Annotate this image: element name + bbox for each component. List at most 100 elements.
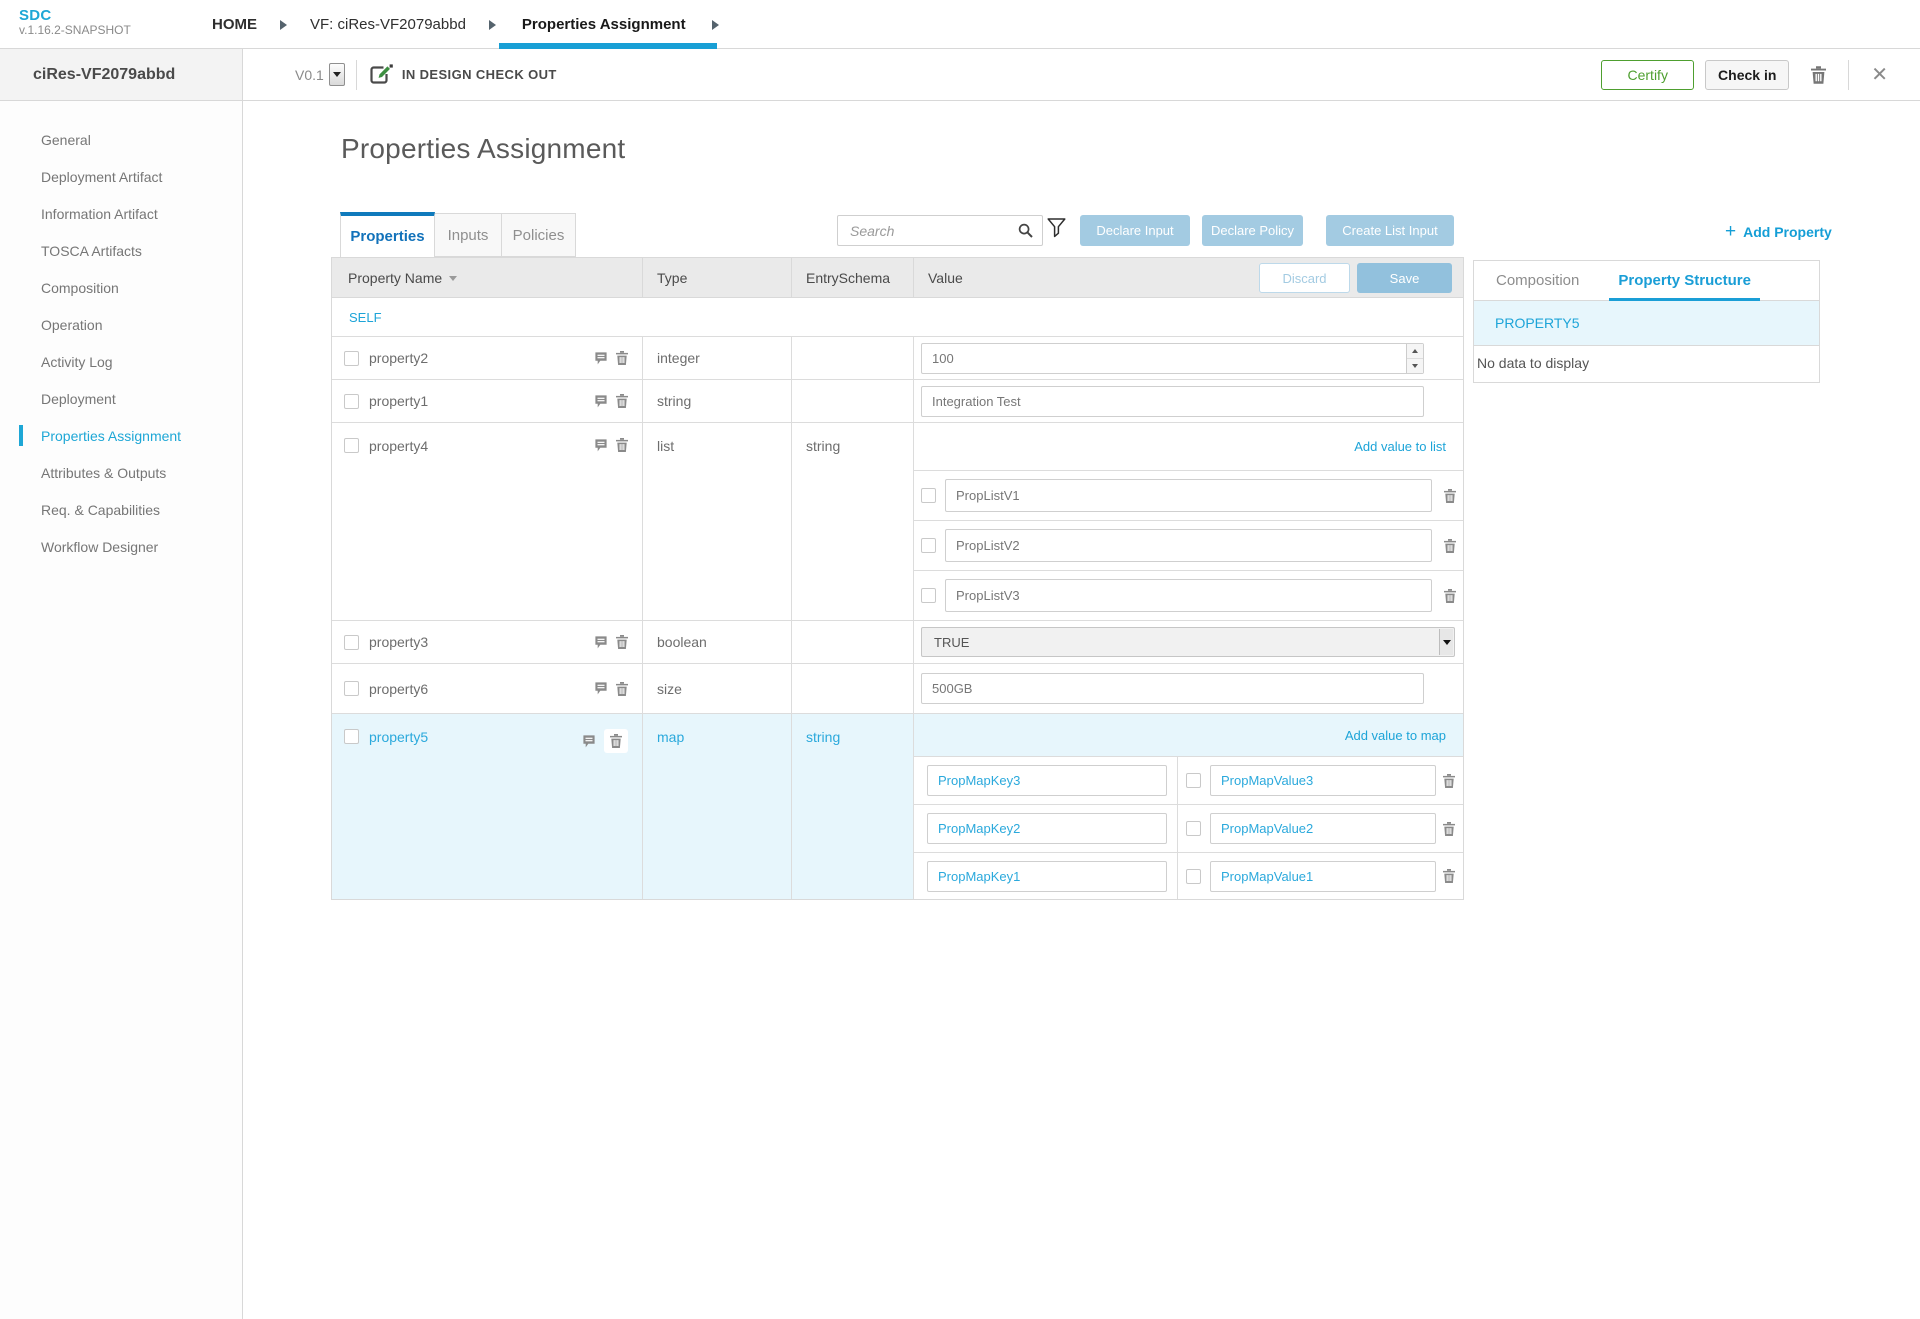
delete-map-entry-icon[interactable] [1443, 822, 1455, 836]
sidebar-item-activity-log[interactable]: Activity Log [0, 343, 242, 380]
search-input[interactable] [838, 223, 1018, 239]
comment-icon[interactable] [595, 352, 607, 365]
declare-policy-button[interactable]: Declare Policy [1202, 215, 1303, 246]
logo-name: SDC [19, 7, 131, 24]
sidebar-item-general[interactable]: General [0, 121, 242, 158]
sidebar-item-tosca-artifacts[interactable]: TOSCA Artifacts [0, 232, 242, 269]
property-entryschema [792, 380, 914, 422]
sidebar-item-information-artifact[interactable]: Information Artifact [0, 195, 242, 232]
delete-list-item-icon[interactable] [1444, 539, 1456, 553]
breadcrumb-vf[interactable]: VF: ciRes-VF2079abbd [310, 0, 466, 49]
delete-list-item-icon[interactable] [1444, 589, 1456, 603]
row-checkbox[interactable] [344, 681, 359, 696]
declare-input-button[interactable]: Declare Input [1080, 215, 1190, 246]
page-title: Properties Assignment [341, 133, 625, 165]
delete-property-icon[interactable] [616, 351, 628, 365]
column-header-property-name[interactable]: Property Name [332, 258, 643, 297]
property-structure-panel: Composition Property Structure PROPERTY5… [1473, 260, 1820, 383]
check-in-button[interactable]: Check in [1705, 60, 1789, 90]
boolean-value-select[interactable]: TRUE [921, 627, 1455, 657]
list-item-input[interactable] [945, 479, 1432, 512]
map-key-input[interactable] [927, 813, 1167, 844]
sidebar-item-composition[interactable]: Composition [0, 269, 242, 306]
filter-icon[interactable] [1047, 218, 1066, 238]
list-item-checkbox[interactable] [921, 538, 936, 553]
selected-property-row[interactable]: PROPERTY5 [1474, 301, 1819, 346]
tab-composition[interactable]: Composition [1496, 272, 1579, 289]
property-name[interactable]: property2 [369, 350, 428, 366]
number-spinner[interactable] [1406, 344, 1423, 373]
sidebar-item-workflow-designer[interactable]: Workflow Designer [0, 528, 242, 565]
delete-list-item-icon[interactable] [1444, 489, 1456, 503]
property1-value-input[interactable] [921, 386, 1424, 417]
delete-property-icon[interactable] [616, 635, 628, 649]
map-entry-checkbox[interactable] [1186, 773, 1201, 788]
sidebar-item-req-capabilities[interactable]: Req. & Capabilities [0, 491, 242, 528]
breadcrumb-properties-assignment[interactable]: Properties Assignment [519, 0, 689, 49]
row-checkbox[interactable] [344, 394, 359, 409]
comment-icon[interactable] [595, 395, 607, 408]
map-key-input[interactable] [927, 765, 1167, 796]
map-entry-checkbox[interactable] [1186, 821, 1201, 836]
certify-button[interactable]: Certify [1601, 60, 1694, 90]
list-item-checkbox[interactable] [921, 588, 936, 603]
delete-icon[interactable] [1811, 66, 1826, 84]
tab-policies[interactable]: Policies [502, 213, 576, 257]
map-entry-checkbox[interactable] [1186, 869, 1201, 884]
map-value-input[interactable] [1210, 861, 1436, 892]
add-property-button[interactable]: + Add Property [1725, 222, 1832, 241]
column-header-type[interactable]: Type [643, 258, 792, 297]
comment-icon[interactable] [595, 636, 607, 649]
map-key-input[interactable] [927, 861, 1167, 892]
row-checkbox[interactable] [344, 438, 359, 453]
property-name[interactable]: property5 [369, 729, 428, 745]
delete-property-icon[interactable] [616, 438, 628, 452]
discard-button[interactable]: Discard [1259, 263, 1350, 293]
property-name[interactable]: property1 [369, 393, 428, 409]
list-item-checkbox[interactable] [921, 488, 936, 503]
property-name[interactable]: property3 [369, 634, 428, 650]
property-entryschema: string [792, 423, 914, 620]
delete-property-icon[interactable] [604, 729, 628, 753]
delete-property-icon[interactable] [616, 682, 628, 696]
group-row-self[interactable]: SELF [332, 298, 1463, 337]
list-item-input[interactable] [945, 529, 1432, 562]
delete-property-icon[interactable] [616, 394, 628, 408]
property-name[interactable]: property6 [369, 681, 428, 697]
row-checkbox[interactable] [344, 635, 359, 650]
sidebar-item-operation[interactable]: Operation [0, 306, 242, 343]
row-checkbox[interactable] [344, 729, 359, 744]
comment-icon[interactable] [583, 735, 595, 748]
search-icon[interactable] [1018, 223, 1033, 238]
delete-map-entry-icon[interactable] [1443, 774, 1455, 788]
comment-icon[interactable] [595, 439, 607, 452]
plus-icon: + [1725, 222, 1736, 241]
column-header-entryschema[interactable]: EntrySchema [792, 258, 914, 297]
property2-value-input[interactable] [921, 343, 1424, 374]
breadcrumb-home[interactable]: HOME [212, 0, 257, 49]
property-type: list [643, 423, 792, 620]
list-item-input[interactable] [945, 579, 1432, 612]
map-value-input[interactable] [1210, 813, 1436, 844]
list-header-band: Add value to list [914, 423, 1463, 470]
map-value-input[interactable] [1210, 765, 1436, 796]
add-value-to-map-link[interactable]: Add value to map [1345, 728, 1446, 743]
property-name[interactable]: property4 [369, 438, 428, 454]
row-checkbox[interactable] [344, 351, 359, 366]
close-icon[interactable]: ✕ [1871, 65, 1888, 85]
sdc-logo[interactable]: SDC v.1.16.2-SNAPSHOT [19, 7, 131, 38]
sidebar-item-properties-assignment[interactable]: Properties Assignment [0, 417, 242, 454]
version-select[interactable] [329, 63, 345, 86]
property6-value-input[interactable] [921, 673, 1424, 704]
sidebar-item-deployment-artifact[interactable]: Deployment Artifact [0, 158, 242, 195]
delete-map-entry-icon[interactable] [1443, 869, 1455, 883]
create-list-input-button[interactable]: Create List Input [1326, 215, 1454, 246]
save-button[interactable]: Save [1357, 263, 1452, 293]
tab-properties[interactable]: Properties [340, 212, 435, 257]
tab-inputs[interactable]: Inputs [435, 213, 502, 257]
tab-property-structure[interactable]: Property Structure [1618, 261, 1751, 300]
add-value-to-list-link[interactable]: Add value to list [1354, 439, 1446, 454]
sidebar-item-deployment[interactable]: Deployment [0, 380, 242, 417]
sidebar-item-attributes-outputs[interactable]: Attributes & Outputs [0, 454, 242, 491]
comment-icon[interactable] [595, 682, 607, 695]
